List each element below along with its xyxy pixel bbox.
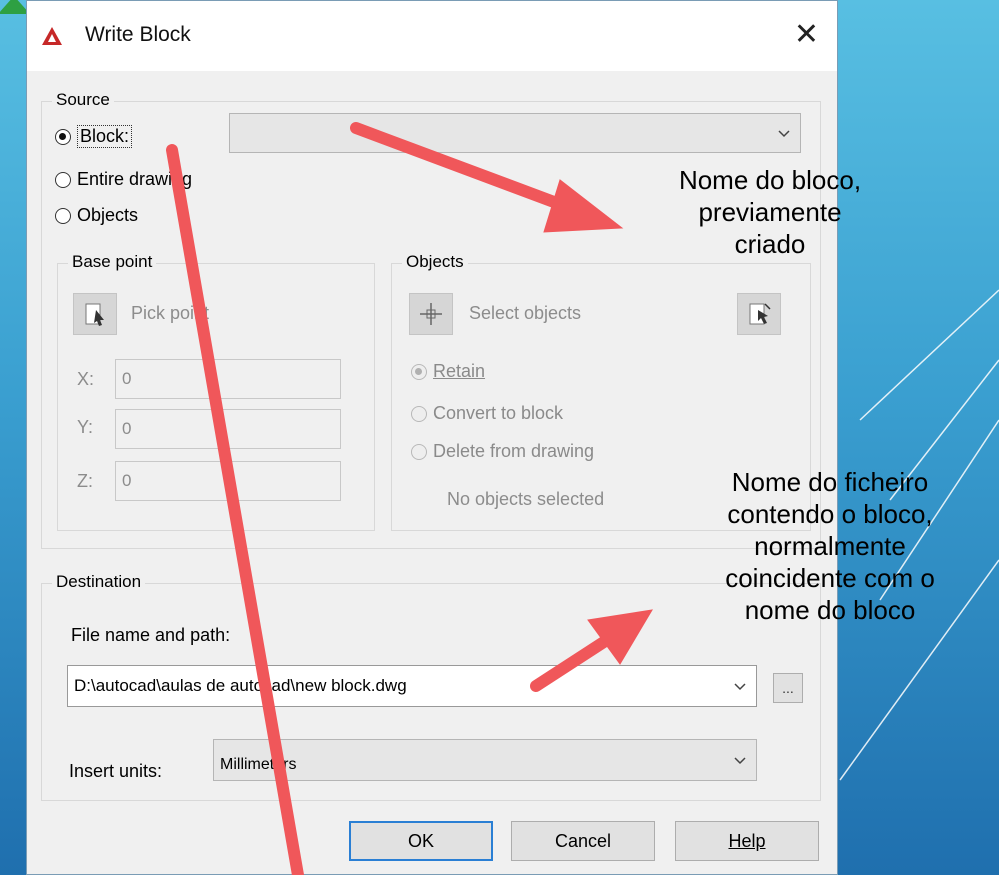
pick-point-button[interactable] (73, 293, 117, 335)
block-note-line-3: criado (734, 229, 806, 259)
crosshair-icon (420, 303, 442, 325)
destination-legend: Destination (52, 572, 146, 592)
file-note-line-5: nome do bloco (744, 595, 916, 625)
z-field[interactable]: 0 (115, 461, 341, 501)
z-label: Z: (77, 471, 93, 491)
pick-point-icon (85, 303, 104, 326)
file-path-combo[interactable]: D:\autocad\aulas de autocad\new block.dw… (67, 665, 757, 707)
block-name-combo[interactable] (229, 113, 801, 153)
block-note-line-2: previamente (698, 197, 842, 227)
chevron-down-icon (734, 683, 746, 691)
select-objects-button[interactable] (409, 293, 453, 335)
base-point-legend: Base point (68, 252, 157, 272)
radio-entire-drawing[interactable]: Entire drawing (55, 169, 192, 190)
dialog-title: Write Block (85, 23, 191, 46)
radio-objects-indicator (55, 207, 71, 224)
chevron-down-icon (734, 757, 746, 765)
select-objects-label: Select objects (469, 303, 582, 323)
radio-retain-label: Retain (433, 361, 486, 381)
radio-objects-label: Objects (77, 205, 139, 225)
radio-delete-indicator (411, 443, 427, 460)
x-field[interactable]: 0 (115, 359, 341, 399)
radio-retain-indicator (411, 363, 427, 380)
radio-block-label: Block: (77, 125, 133, 148)
radio-objects[interactable]: Objects (55, 205, 138, 226)
help-button[interactable]: Help (675, 821, 819, 861)
insert-units-value: Millimeters (220, 756, 297, 773)
block-note-line-1: Nome do bloco, (678, 165, 862, 195)
browse-button[interactable]: ... (773, 673, 803, 703)
file-name-label: File name and path: (71, 625, 231, 645)
file-note-line-3: normalmente (754, 531, 906, 561)
radio-block[interactable]: Block: (55, 125, 133, 148)
close-icon[interactable]: ✕ (794, 15, 819, 55)
quick-select-icon (749, 303, 771, 325)
file-name-annotation: Nome do ficheiro contendo o bloco, norma… (670, 466, 990, 626)
chevron-down-icon (778, 130, 790, 138)
insert-units-combo[interactable]: Millimeters (213, 739, 757, 781)
radio-retain[interactable]: Retain (411, 361, 485, 382)
file-note-line-1: Nome do ficheiro (731, 467, 929, 497)
file-path-value: D:\autocad\aulas de autocad\new block.dw… (74, 676, 407, 695)
radio-entire-drawing-indicator (55, 171, 71, 188)
write-block-dialog: Write Block ✕ Source Block: Entire drawi… (26, 0, 838, 875)
file-note-line-4: coincidente com o (725, 563, 935, 593)
radio-delete-from-drawing[interactable]: Delete from drawing (411, 441, 594, 462)
radio-convert-indicator (411, 405, 427, 422)
radio-block-indicator (55, 128, 71, 145)
insert-units-label: Insert units: (69, 761, 163, 781)
radio-convert-label: Convert to block (433, 403, 564, 423)
pick-point-label: Pick point (131, 303, 210, 323)
title-bar: Write Block ✕ (27, 1, 837, 71)
selection-status: No objects selected (447, 489, 605, 509)
y-field[interactable]: 0 (115, 409, 341, 449)
autocad-logo-icon (42, 27, 62, 45)
quick-select-button[interactable] (737, 293, 781, 335)
source-legend: Source (52, 90, 114, 110)
ok-button[interactable]: OK (349, 821, 493, 861)
x-label: X: (77, 369, 95, 389)
radio-delete-label: Delete from drawing (433, 441, 595, 461)
radio-entire-drawing-label: Entire drawing (77, 169, 193, 189)
y-label: Y: (77, 417, 94, 437)
radio-convert-to-block[interactable]: Convert to block (411, 403, 563, 424)
objects-legend: Objects (402, 252, 468, 272)
block-name-annotation: Nome do bloco, previamente criado (620, 164, 920, 260)
file-note-line-2: contendo o bloco, (727, 499, 933, 529)
cancel-button[interactable]: Cancel (511, 821, 655, 861)
